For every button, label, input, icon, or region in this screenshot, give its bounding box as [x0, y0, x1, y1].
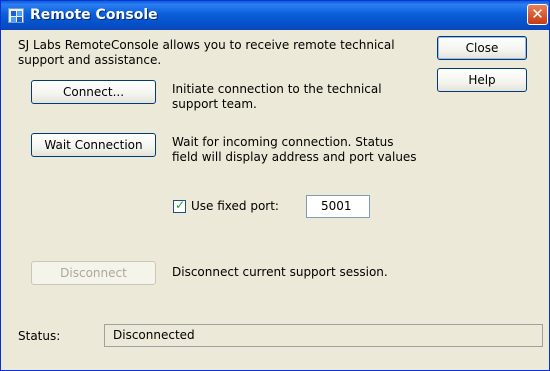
use-fixed-port-label[interactable]: Use fixed port:	[191, 199, 279, 214]
fixed-port-input[interactable]: 5001	[306, 195, 370, 218]
wait-connection-button[interactable]: Wait Connection	[31, 133, 156, 157]
status-label: Status:	[18, 329, 61, 343]
window-title: Remote Console	[30, 7, 158, 23]
title-bar[interactable]: Remote Console ✕	[1, 1, 549, 30]
status-field: Disconnected	[104, 324, 543, 347]
connect-button[interactable]: Connect...	[31, 80, 156, 104]
remote-console-window: Remote Console ✕ SJ Labs RemoteConsole a…	[0, 0, 550, 371]
use-fixed-port-checkbox[interactable]: ✓	[173, 198, 186, 213]
close-window-button[interactable]: ✕	[527, 4, 548, 25]
connect-description: Initiate connection to the technical sup…	[172, 82, 382, 111]
help-button[interactable]: Help	[437, 68, 527, 92]
disconnect-description: Disconnect current support session.	[172, 265, 388, 279]
wait-description: Wait for incoming connection. Status fie…	[172, 135, 417, 164]
intro-text: SJ Labs RemoteConsole allows you to rece…	[18, 38, 395, 67]
disconnect-button[interactable]: Disconnect	[31, 261, 156, 285]
checkmark-icon: ✓	[175, 198, 186, 212]
app-icon	[8, 8, 24, 23]
close-button[interactable]: Close	[437, 36, 527, 60]
